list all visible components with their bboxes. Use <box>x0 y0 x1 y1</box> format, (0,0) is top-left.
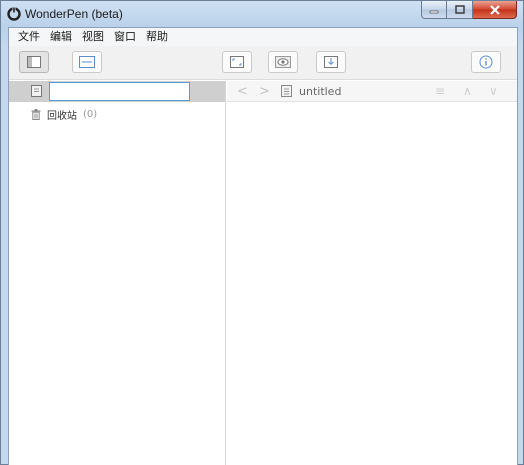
sidebar-toggle-icon <box>27 56 41 68</box>
toolbar <box>9 46 517 80</box>
document-icon <box>281 85 292 97</box>
editor-body[interactable] <box>227 103 517 465</box>
single-pane-button[interactable] <box>72 51 102 73</box>
fullscreen-button[interactable] <box>222 51 252 73</box>
scroll-up-button[interactable]: ∧ <box>463 84 472 98</box>
menu-bar: 文件 编辑 视图 窗口 帮助 <box>9 28 517 46</box>
fullscreen-icon <box>230 56 244 68</box>
search-input[interactable] <box>49 82 190 101</box>
window-controls <box>421 1 517 20</box>
editor-pane: < > untitled ≡ ∧ ∨ <box>227 81 517 465</box>
sidebar: 回收站 (0) <box>9 81 226 465</box>
close-button[interactable] <box>473 1 517 19</box>
info-button[interactable] <box>471 51 501 73</box>
maximize-icon <box>454 5 465 14</box>
outline-button[interactable]: ≡ <box>435 84 445 98</box>
wonderpen-logo-icon <box>7 7 21 21</box>
app-window: WonderPen (beta) 文件 编辑 视图 窗口 帮助 回收站 (0) … <box>0 0 524 465</box>
window-title: WonderPen (beta) <box>25 7 123 21</box>
minimize-icon <box>429 10 439 13</box>
new-document-icon[interactable] <box>31 85 42 97</box>
menu-help[interactable]: 帮助 <box>141 28 173 46</box>
menu-edit[interactable]: 编辑 <box>45 28 77 46</box>
toggle-sidebar-button[interactable] <box>19 51 49 73</box>
menu-window[interactable]: 窗口 <box>109 28 141 46</box>
menu-file[interactable]: 文件 <box>13 28 45 46</box>
client-area: 文件 编辑 视图 窗口 帮助 回收站 (0) < > untitled ≡ ∧ … <box>8 27 518 465</box>
maximize-button[interactable] <box>447 1 473 19</box>
info-icon <box>479 55 493 69</box>
title-bar[interactable]: WonderPen (beta) <box>1 1 523 27</box>
menu-view[interactable]: 视图 <box>77 28 109 46</box>
back-button[interactable]: < <box>237 84 248 99</box>
trash-icon <box>31 108 41 120</box>
sidebar-search-row <box>9 81 225 102</box>
editor-header: < > untitled ≡ ∧ ∨ <box>227 81 517 102</box>
preview-icon <box>275 56 291 68</box>
scroll-down-button[interactable]: ∨ <box>489 84 498 98</box>
close-icon <box>489 4 500 15</box>
trash-label: 回收站 <box>47 110 77 122</box>
single-pane-icon <box>79 56 95 68</box>
document-title[interactable]: untitled <box>299 85 341 98</box>
export-button[interactable] <box>316 51 346 73</box>
forward-button[interactable]: > <box>259 84 270 99</box>
trash-item[interactable]: 回收站 (0) <box>9 105 225 123</box>
trash-count: (0) <box>83 108 98 120</box>
preview-button[interactable] <box>268 51 298 73</box>
minimize-button[interactable] <box>421 1 447 19</box>
export-icon <box>324 56 338 68</box>
